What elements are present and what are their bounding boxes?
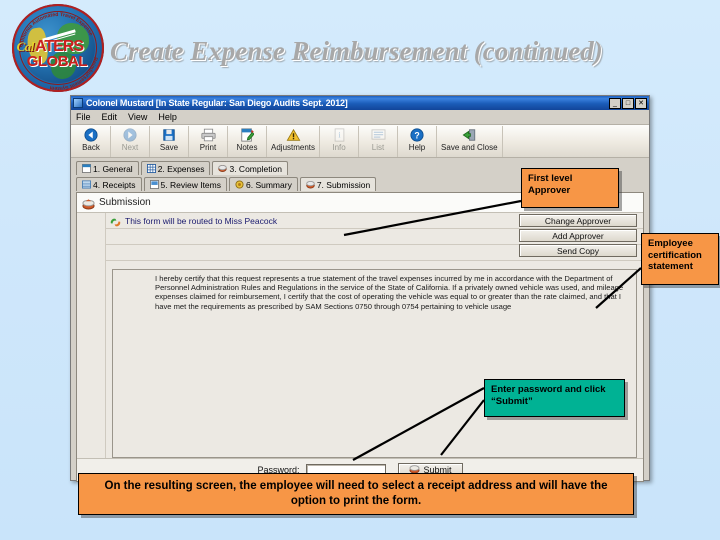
approver-routing-text: This form will be routed to Miss Peacock [125,215,278,226]
tab-label-7-submission: 7. Submission [316,179,371,190]
back-arrow-icon [84,127,98,142]
add-approver-button[interactable]: Add Approver [519,229,637,242]
tab-label-6-summary: 6. Summary [246,179,292,190]
toolbar-label-back: Back [82,143,100,152]
svg-text:?: ? [414,130,419,140]
toolbar: Back Next Save Print Notes Adjustments i… [71,125,649,158]
tab-5-review-items[interactable]: 5. Review Items [143,177,227,191]
tab-6-summary[interactable]: 6. Summary [229,177,298,191]
grid-icon [146,164,156,173]
menu-item-view[interactable]: View [128,112,147,122]
toolbar-button-info[interactable]: i Info [320,126,360,157]
list-icon [371,127,386,142]
toolbar-button-adjustments[interactable]: Adjustments [267,126,321,157]
certification-text: I hereby certify that this request repre… [155,274,624,311]
question-mark-icon: ? [410,127,424,142]
logo-global-text: GLOBAL [26,53,88,71]
warning-triangle-icon [286,127,301,142]
tab-4-receipts[interactable]: 4. Receipts [76,177,142,191]
toolbar-label-save-and-close: Save and Close [441,143,498,152]
submission-icon [82,197,95,209]
tab-7-submission[interactable]: 7. Submission [299,177,377,191]
tab-label-4-receipts: 4. Receipts [93,179,136,190]
minimize-button[interactable]: _ [609,97,621,109]
toolbar-label-info: Info [332,143,346,152]
tab-label-2-expenses: 2. Expenses [157,163,205,174]
toolbar-label-help: Help [408,143,426,152]
callout-employee-certification: Employee certification statement [641,233,719,285]
toolbar-button-help[interactable]: ? Help [398,126,438,157]
toolbar-button-save-and-close[interactable]: Save and Close [437,126,503,157]
tab-label-1-general: 1. General [93,163,133,174]
application-icon [73,98,83,108]
toolbar-button-print[interactable]: Print [189,126,228,157]
toolbar-button-back[interactable]: Back [72,126,111,157]
page-title: Create Expense Reimbursement (continued) [110,36,603,66]
approver-button-stack: Change Approver Add Approver Send Copy [519,214,637,259]
info-document-icon: i [333,127,346,142]
notes-pencil-icon [240,127,254,142]
toolbar-label-save: Save [159,143,179,152]
toolbar-label-print: Print [199,143,217,152]
slide-caption: On the resulting screen, the employee wi… [78,473,634,515]
save-and-close-icon [462,127,477,142]
tab-1-general[interactable]: 1. General [76,161,139,175]
menu-item-help[interactable]: Help [158,112,177,122]
general-icon [82,164,91,173]
floppy-disk-icon [162,127,176,142]
tab-2-expenses[interactable]: 2. Expenses [140,161,211,175]
calaters-global-logo: California Automated Travel Expense Reim… [12,4,104,92]
toolbar-label-notes: Notes [236,143,258,152]
tab-3-completion[interactable]: 3. Completion [212,161,288,175]
menu-bar[interactable]: File Edit View Help [71,110,649,125]
tab-label-3-completion: 3. Completion [229,163,282,174]
toolbar-button-save[interactable]: Save [150,126,189,157]
toolbar-button-list[interactable]: List [359,126,399,157]
certification-box: I hereby certify that this request repre… [112,269,637,458]
callout-first-level-approver: First level Approver [521,168,619,208]
window-controls[interactable]: _ □ ✕ [609,97,647,109]
maximize-button[interactable]: □ [622,97,634,109]
menu-item-edit[interactable]: Edit [102,112,118,122]
review-icon [149,180,159,189]
window-titlebar: Colonel Mustard [In State Regular: San D… [71,96,649,110]
submission-icon [306,180,315,189]
toolbar-label-adjustments: Adjustments [271,143,316,152]
forward-arrow-icon [123,127,137,142]
close-button[interactable]: ✕ [635,97,647,109]
toolbar-label-list: List [371,143,385,152]
window-title: Colonel Mustard [In State Regular: San D… [86,98,348,108]
menu-item-file[interactable]: File [76,112,91,122]
toolbar-label-next: Next [121,143,139,152]
tab-label-5-review-items: 5. Review Items [160,179,221,190]
routing-icon [110,215,121,227]
application-window: Colonel Mustard [In State Regular: San D… [70,95,650,482]
toolbar-button-notes[interactable]: Notes [228,126,267,157]
receipts-icon [82,180,91,189]
callout-enter-password: Enter password and click “Submit” [484,379,625,417]
send-copy-button[interactable]: Send Copy [519,244,637,257]
panel-left-gutter [77,213,106,458]
panel-title: Submission [99,197,151,208]
completion-icon [218,164,228,173]
printer-icon [200,127,216,142]
toolbar-button-next[interactable]: Next [111,126,150,157]
submission-panel: Submission This form will be routed to M… [76,192,644,482]
change-approver-button[interactable]: Change Approver [519,214,637,227]
summary-icon [235,180,244,189]
